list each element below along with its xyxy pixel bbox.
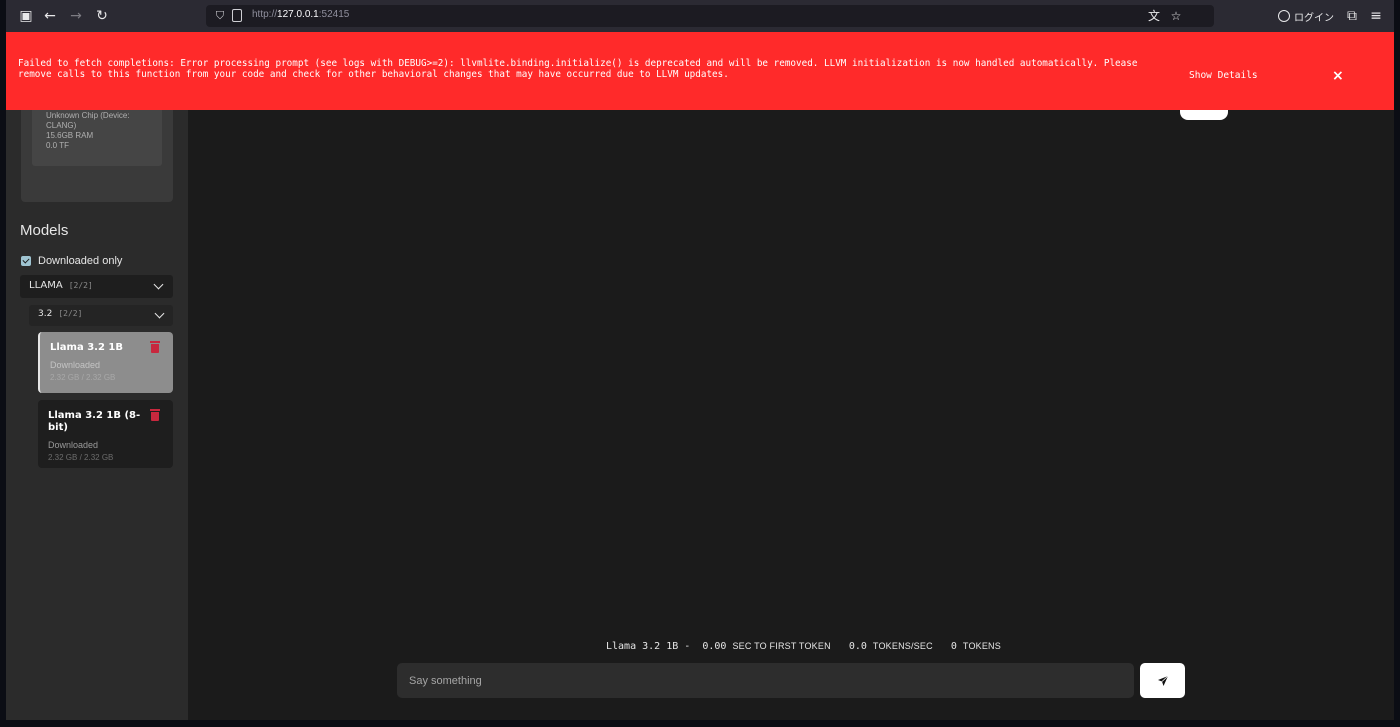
- sidebar-toggle-icon[interactable]: ▣: [16, 6, 36, 26]
- stats-tokens-label: TOKENS: [962, 641, 1001, 651]
- forward-icon[interactable]: →: [66, 6, 86, 26]
- stats-tps-label: TOKENS/SEC: [872, 641, 933, 651]
- url-scheme: http://: [252, 9, 278, 20]
- error-message: Failed to fetch completions: Error proce…: [18, 58, 1138, 80]
- extensions-icon[interactable]: ⧉: [1342, 6, 1362, 26]
- stats-ttft-label: SEC TO FIRST TOKEN: [732, 641, 831, 651]
- back-icon[interactable]: ←: [40, 6, 60, 26]
- model-family-llama[interactable]: LLAMA [2/2]: [20, 275, 173, 298]
- model-title: Llama 3.2 1B (8-bit): [48, 410, 141, 433]
- stats-ttft-value: 0.00: [702, 641, 727, 652]
- device-tflops: 0.0 TF: [46, 141, 69, 150]
- version-name: 3.2: [38, 309, 53, 319]
- trash-icon[interactable]: [150, 409, 160, 421]
- page-info-icon[interactable]: [232, 9, 242, 22]
- model-title: Llama 3.2 1B: [50, 342, 123, 353]
- chevron-down-icon: [154, 308, 165, 319]
- url-text[interactable]: http://127.0.0.1:52415: [252, 9, 349, 20]
- send-button[interactable]: [1140, 663, 1185, 698]
- generation-stats: Llama 3.2 1B - 0.00 SEC TO FIRST TOKEN 0…: [606, 641, 1001, 652]
- stats-tps-value: 0.0: [848, 641, 867, 652]
- device-ram: 15.6GB RAM: [46, 131, 94, 140]
- model-version-3-2[interactable]: 3.2 [2/2]: [29, 305, 173, 326]
- app-window: Unknown Chip (Device: CLANG) 15.6GB RAM …: [6, 32, 1394, 720]
- model-status: Downloaded: [50, 360, 101, 370]
- account-icon: [1278, 10, 1290, 22]
- family-count: [2/2]: [68, 281, 93, 290]
- url-port: :52415: [318, 9, 350, 20]
- show-details-button[interactable]: Show Details: [1189, 70, 1258, 81]
- model-card-llama-3-2-1b[interactable]: Llama 3.2 1B Downloaded 2.32 GB / 2.32 G…: [38, 332, 173, 393]
- downloaded-only-toggle[interactable]: Downloaded only: [21, 255, 122, 267]
- account-button[interactable]: ログイン: [1278, 6, 1334, 26]
- close-icon[interactable]: ×: [1332, 68, 1344, 84]
- bookmark-star-icon[interactable]: ☆: [1168, 8, 1184, 24]
- error-banner: Failed to fetch completions: Error proce…: [6, 32, 1394, 110]
- model-card-llama-3-2-1b-8bit[interactable]: Llama 3.2 1B (8-bit) Downloaded 2.32 GB …: [38, 400, 173, 468]
- account-label: ログイン: [1294, 12, 1334, 24]
- send-icon: [1157, 675, 1168, 686]
- family-name: LLAMA: [29, 280, 63, 291]
- translate-icon[interactable]: 文: [1146, 8, 1162, 24]
- chevron-down-icon: [153, 279, 164, 290]
- url-host: 127.0.0.1: [277, 9, 319, 20]
- models-title: Models: [20, 222, 69, 239]
- device-chip: Unknown Chip (Device: CLANG): [46, 111, 130, 130]
- stats-tokens-value: 0: [950, 641, 957, 652]
- version-count: [2/2]: [58, 309, 83, 318]
- reload-icon[interactable]: ↻: [92, 6, 112, 26]
- chat-input[interactable]: [397, 663, 1134, 698]
- stats-model: Llama 3.2 1B -: [606, 641, 691, 652]
- url-bar[interactable]: ⛉ http://127.0.0.1:52415 文 ☆: [206, 5, 1214, 27]
- sidebar: Unknown Chip (Device: CLANG) 15.6GB RAM …: [6, 32, 188, 720]
- menu-icon[interactable]: ≡: [1366, 6, 1386, 26]
- downloaded-only-label: Downloaded only: [38, 255, 123, 267]
- browser-toolbar: ▣ ← → ↻ ⛉ http://127.0.0.1:52415 文 ☆ ログイ…: [6, 0, 1394, 32]
- shield-icon[interactable]: ⛉: [212, 8, 228, 24]
- downloaded-only-checkbox[interactable]: [21, 256, 31, 266]
- model-status: Downloaded: [48, 440, 99, 450]
- model-size: 2.32 GB / 2.32 GB: [48, 453, 114, 462]
- model-size: 2.32 GB / 2.32 GB: [50, 373, 116, 382]
- trash-icon[interactable]: [150, 341, 160, 353]
